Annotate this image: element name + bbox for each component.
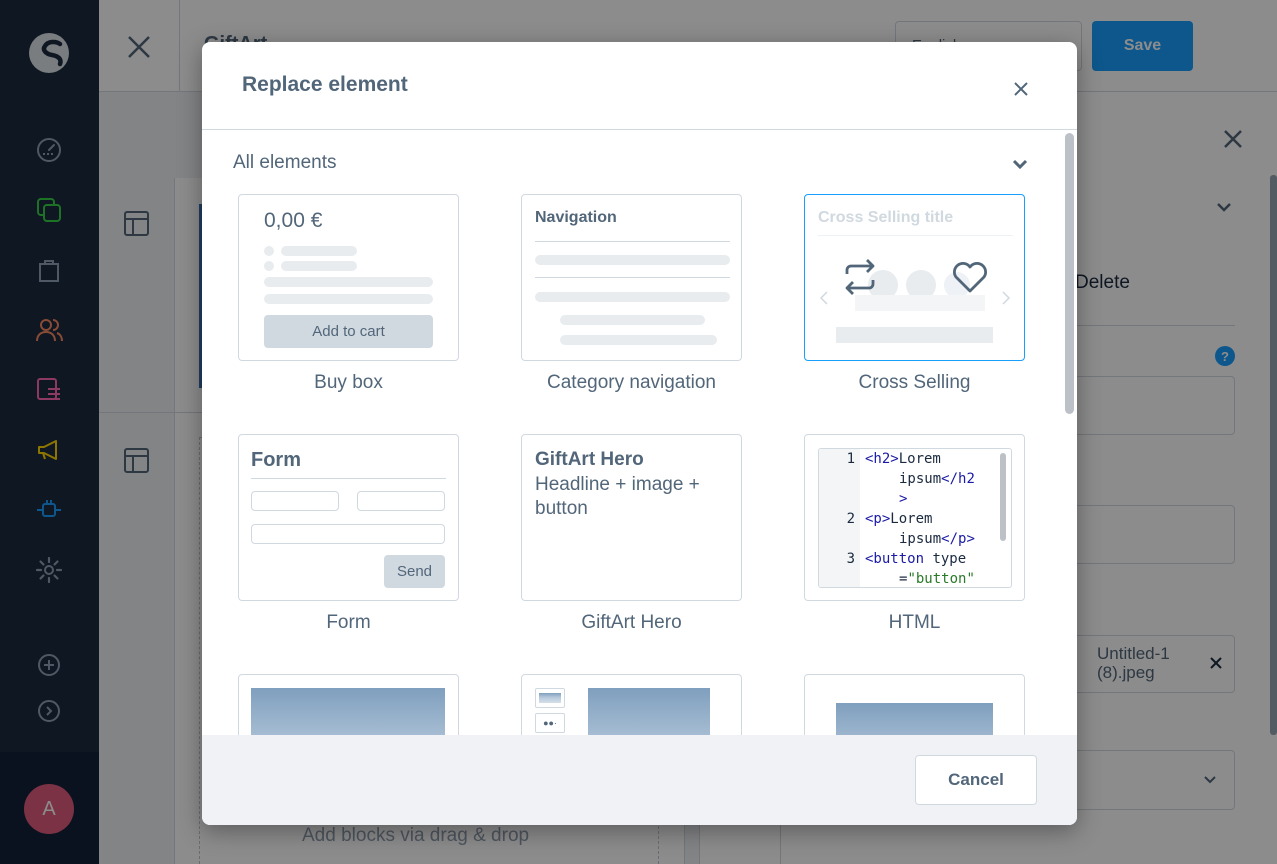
- element-label: HTML: [888, 612, 941, 633]
- preview-line: [836, 327, 993, 343]
- element-label: Buy box: [314, 372, 383, 393]
- preview-divider: [535, 241, 730, 242]
- preview-image: [251, 688, 445, 735]
- modal-title: Replace element: [242, 73, 408, 96]
- preview-divider: [251, 478, 446, 479]
- preview-line: [535, 292, 730, 302]
- modal-scrollbar[interactable]: [1065, 133, 1074, 414]
- preview-thumbnail: ●●·: [535, 713, 565, 733]
- preview-title: Cross Selling title: [818, 209, 954, 226]
- line-number: 2: [846, 511, 855, 527]
- cancel-button[interactable]: Cancel: [915, 755, 1037, 805]
- preview-line: [264, 277, 433, 287]
- element-card-image-gallery[interactable]: ●●·: [521, 674, 742, 735]
- code-scrollbar: [1000, 453, 1006, 541]
- preview-divider: [818, 235, 1013, 236]
- element-label: Cross Selling: [858, 372, 971, 393]
- preview-dot: [264, 246, 274, 256]
- code-line: >: [899, 491, 908, 507]
- code-line: <h2>Lorem: [865, 451, 941, 467]
- preview-line: [281, 246, 357, 256]
- preview-image: [588, 688, 710, 735]
- preview-input: [357, 491, 445, 511]
- element-card-category-navigation[interactable]: Navigation: [521, 194, 742, 361]
- element-label: Category navigation: [547, 372, 716, 393]
- element-label: GiftArt Hero: [581, 612, 682, 633]
- element-card-form[interactable]: Form Send: [238, 434, 459, 601]
- preview-thumbnail: [535, 688, 565, 708]
- preview-title: GiftArt Hero: [535, 449, 644, 470]
- code-line: <button type: [865, 551, 967, 567]
- preview-input: [251, 491, 339, 511]
- code-line: ipsum</p>: [899, 531, 975, 547]
- repeat-icon: [845, 259, 875, 295]
- code-line: ="button": [899, 571, 975, 587]
- category-select[interactable]: All elements: [233, 152, 337, 174]
- line-number: 1: [846, 451, 855, 467]
- preview-subtitle: Headline + image + button: [535, 474, 700, 519]
- preview-line: [281, 261, 357, 271]
- element-label: Form: [326, 612, 371, 633]
- element-card-giftart-hero[interactable]: GiftArt Hero Headline + image + button: [521, 434, 742, 601]
- modal-footer: Cancel: [202, 735, 1077, 825]
- line-number: 3: [846, 551, 855, 567]
- preview-title: Form: [251, 449, 301, 471]
- preview-dot: [264, 261, 274, 271]
- preview-line: [264, 294, 433, 304]
- preview-add-to-cart: Add to cart: [264, 315, 433, 348]
- element-card-image-slider[interactable]: [804, 674, 1025, 735]
- heart-icon: [953, 262, 987, 293]
- element-card-html[interactable]: 1 <h2>Lorem ipsum</h2 > 2 <p>Lorem ipsum…: [804, 434, 1025, 601]
- preview-send-button: Send: [384, 555, 445, 588]
- replace-element-modal: Replace element All elements 0,00 € Add …: [202, 42, 1077, 825]
- element-card-buy-box[interactable]: 0,00 € Add to cart: [238, 194, 459, 361]
- preview-image: [836, 703, 993, 735]
- modal-header: Replace element: [202, 42, 1077, 130]
- chevron-right-icon: [1002, 291, 1011, 305]
- modal-body: All elements 0,00 € Add to cart Buy box …: [202, 130, 1077, 735]
- close-icon[interactable]: [1010, 78, 1032, 100]
- preview-line: [535, 255, 730, 265]
- preview-code-editor: 1 <h2>Lorem ipsum</h2 > 2 <p>Lorem ipsum…: [818, 448, 1012, 588]
- preview-line: [560, 315, 705, 325]
- preview-title: Navigation: [535, 209, 617, 226]
- element-card-cross-selling[interactable]: Cross Selling title: [804, 194, 1025, 361]
- chevron-down-icon[interactable]: [1010, 154, 1030, 174]
- preview-divider: [535, 277, 730, 278]
- chevron-left-icon: [819, 291, 828, 305]
- code-line: <p>Lorem: [865, 511, 933, 527]
- code-line: ipsum</h2: [899, 471, 975, 487]
- preview-input: [251, 524, 445, 544]
- preview-line: [560, 335, 717, 345]
- preview-price: 0,00 €: [264, 209, 323, 232]
- element-card-image[interactable]: [238, 674, 459, 735]
